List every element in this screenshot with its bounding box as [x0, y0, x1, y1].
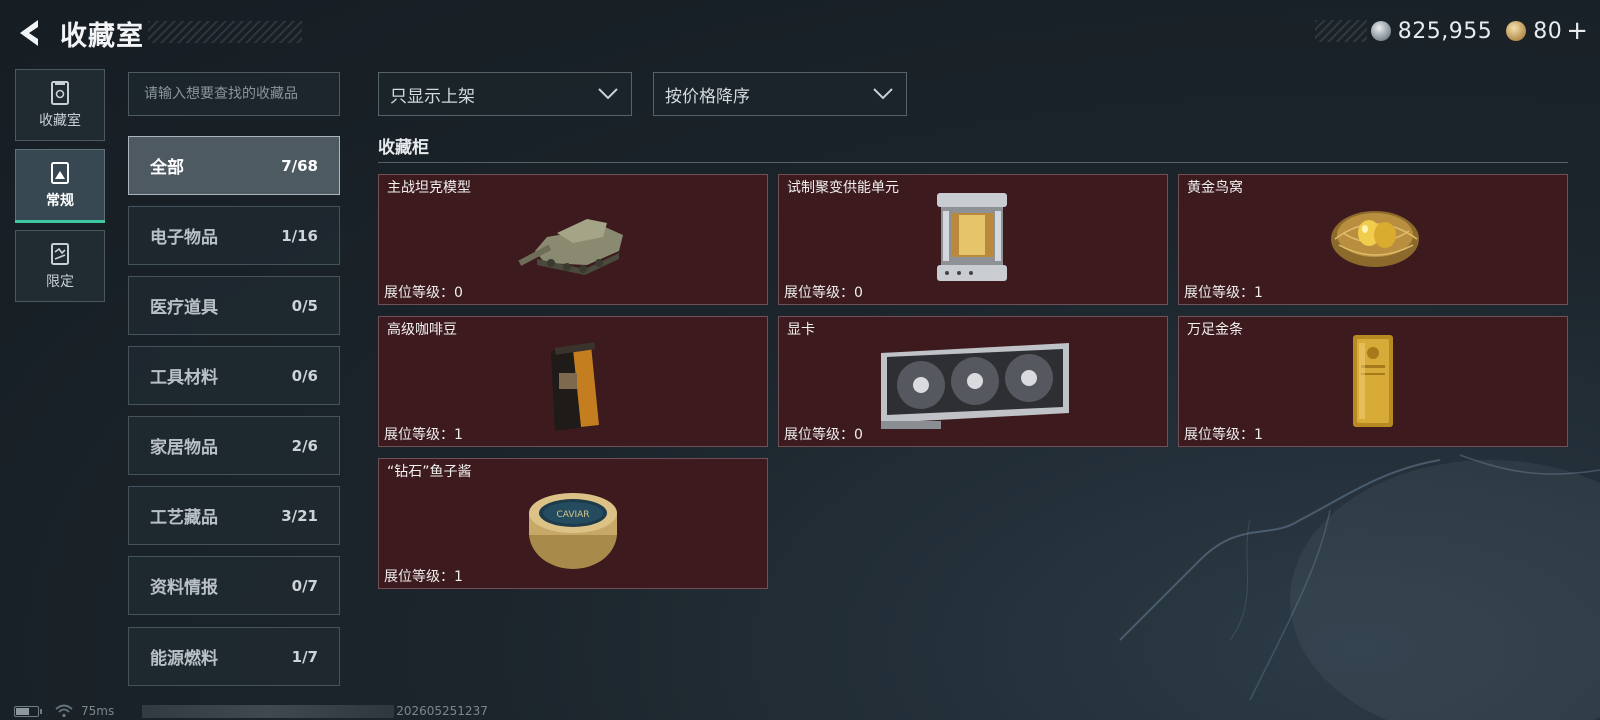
nav-limited[interactable]: 限定	[15, 230, 105, 302]
shelf-filter-dropdown[interactable]: 只显示上架	[378, 72, 632, 116]
category-name: 全部	[150, 158, 184, 178]
nav-label: 收藏室	[39, 113, 81, 129]
nav-label: 常规	[46, 193, 74, 209]
chevron-down-icon	[598, 88, 618, 100]
limited-icon	[51, 243, 69, 265]
booth-level-value: 0	[854, 427, 863, 443]
booth-level-label: 展位等级：	[1184, 427, 1254, 443]
booth-level-value: 0	[454, 285, 463, 301]
booth-level-label: 展位等级：	[384, 569, 454, 585]
battery-icon	[14, 705, 42, 717]
category-household[interactable]: 家居物品 2/6	[128, 416, 340, 475]
redacted-user-info	[142, 704, 395, 718]
ping-value: 75ms	[81, 704, 115, 718]
category-name: 医疗道具	[150, 298, 218, 318]
regular-icon	[51, 162, 69, 184]
item-card[interactable]: 试制聚变供能单元 展位等级：0	[778, 174, 1168, 305]
section-divider	[378, 162, 1568, 163]
item-card[interactable]: 黄金鸟窝 展位等级：1	[1178, 174, 1568, 305]
category-count: 0/5	[291, 296, 318, 315]
category-electronics[interactable]: 电子物品 1/16	[128, 206, 340, 265]
title-decoration	[148, 21, 302, 43]
category-name: 工具材料	[150, 368, 218, 388]
item-name: “钻石”鱼子酱	[387, 464, 472, 480]
item-name: 显卡	[787, 322, 815, 338]
silver-currency-value: 825,955	[1397, 18, 1493, 44]
gold-coin-icon	[1506, 21, 1527, 41]
category-tools[interactable]: 工具材料 0/6	[128, 346, 340, 405]
booth-level-value: 1	[1254, 285, 1263, 301]
booth-level-label: 展位等级：	[384, 285, 454, 301]
battery-level	[16, 707, 29, 715]
booth-level-label: 展位等级：	[784, 427, 854, 443]
item-card[interactable]: CAVIAR “钻石”鱼子酱 展位等级：1	[378, 458, 768, 589]
nav-label: 限定	[46, 274, 74, 290]
category-count: 7/68	[281, 156, 318, 175]
booth-level-value: 1	[454, 427, 463, 443]
category-name: 资料情报	[150, 578, 218, 598]
category-name: 能源燃料	[150, 649, 218, 669]
item-name: 黄金鸟窝	[1187, 180, 1243, 196]
booth-level: 展位等级：1	[384, 424, 463, 444]
category-name: 工艺藏品	[150, 508, 218, 528]
cabinet-title: 收藏柜	[378, 138, 429, 158]
top-bar: 收藏室 825,955 80 +	[0, 0, 1600, 62]
silver-coin-icon	[1370, 21, 1391, 41]
page-title: 收藏室	[60, 21, 144, 52]
sort-dropdown[interactable]: 按价格降序	[653, 72, 907, 116]
currency-bar: 825,955 80 +	[1314, 16, 1588, 46]
booth-level-label: 展位等级：	[1184, 285, 1254, 301]
booth-level: 展位等级：1	[384, 566, 463, 586]
item-card[interactable]: 显卡 展位等级：0	[778, 316, 1168, 447]
booth-level-label: 展位等级：	[384, 427, 454, 443]
booth-level: 展位等级：1	[1184, 424, 1263, 444]
item-name: 主战坦克模型	[387, 180, 471, 196]
category-count: 1/16	[281, 226, 318, 245]
category-all[interactable]: 全部 7/68	[128, 136, 340, 195]
add-currency-button[interactable]: +	[1566, 18, 1588, 44]
booth-level: 展位等级：0	[784, 424, 863, 444]
wifi-icon	[55, 704, 73, 718]
category-count: 1/7	[291, 647, 318, 666]
category-count: 3/21	[281, 506, 318, 525]
category-medical[interactable]: 医疗道具 0/5	[128, 276, 340, 335]
dropdown-value: 按价格降序	[665, 86, 750, 107]
category-name: 电子物品	[150, 228, 218, 248]
gold-currency-value: 80	[1533, 18, 1563, 44]
category-count: 0/6	[291, 366, 318, 385]
booth-level-value: 1	[454, 569, 463, 585]
collection-room-icon	[51, 81, 69, 105]
booth-level: 展位等级：1	[1184, 282, 1263, 302]
build-number: 202605251237	[396, 704, 488, 718]
back-button[interactable]	[14, 17, 46, 49]
booth-level: 展位等级：0	[384, 282, 463, 302]
item-card[interactable]: 高级咖啡豆 展位等级：1	[378, 316, 768, 447]
dropdown-value: 只显示上架	[390, 86, 475, 107]
nav-collection-room[interactable]: 收藏室	[15, 69, 105, 141]
status-footer: 75ms 202605251237	[14, 702, 488, 720]
item-card[interactable]: 主战坦克模型 展位等级：0	[378, 174, 768, 305]
category-crafts[interactable]: 工艺藏品 3/21	[128, 486, 340, 545]
category-name: 家居物品	[150, 438, 218, 458]
booth-level-value: 0	[854, 285, 863, 301]
category-count: 0/7	[291, 576, 318, 595]
item-name: 试制聚变供能单元	[787, 180, 899, 196]
search-input[interactable]	[128, 72, 340, 116]
nav-regular[interactable]: 常规	[15, 149, 105, 223]
booth-level-label: 展位等级：	[784, 285, 854, 301]
category-intel[interactable]: 资料情报 0/7	[128, 556, 340, 615]
category-count: 2/6	[291, 436, 318, 455]
back-arrow-icon	[20, 20, 38, 46]
booth-level-value: 1	[1254, 427, 1263, 443]
category-fuel[interactable]: 能源燃料 1/7	[128, 627, 340, 686]
item-name: 高级咖啡豆	[387, 322, 457, 338]
currency-decoration	[1314, 20, 1367, 42]
item-card[interactable]: 万足金条 展位等级：1	[1178, 316, 1568, 447]
chevron-down-icon	[873, 88, 893, 100]
item-name: 万足金条	[1187, 322, 1243, 338]
booth-level: 展位等级：0	[784, 282, 863, 302]
caviar-label-text: CAVIAR	[556, 510, 589, 520]
